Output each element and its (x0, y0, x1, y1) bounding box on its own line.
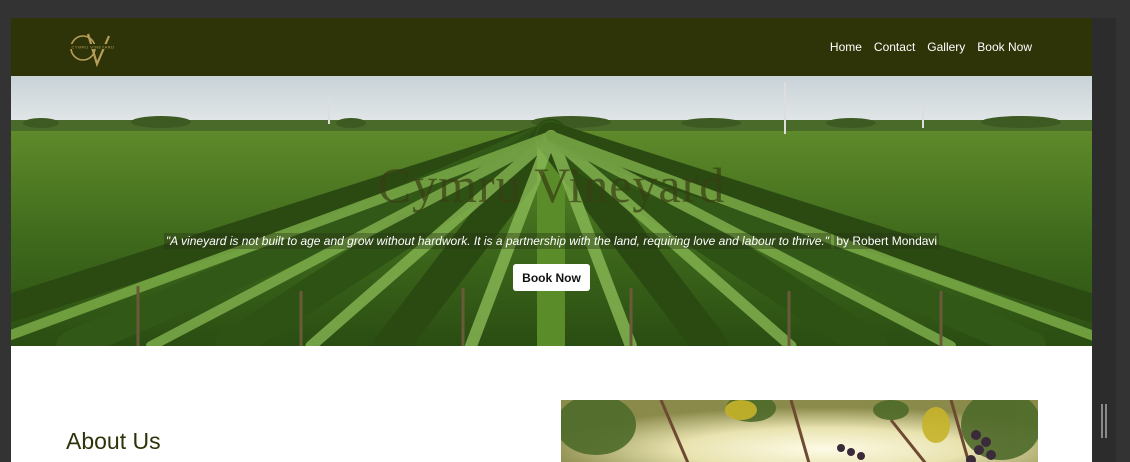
quote-attribution: by Robert Mondavi (834, 233, 940, 249)
nav-home-link[interactable]: Home (830, 40, 862, 54)
website-page: CYMRU VINEYARD Home Contact Gallery Book… (11, 18, 1092, 462)
hero-book-now-button[interactable]: Book Now (513, 264, 590, 291)
scrollbar-handle[interactable] (1101, 404, 1107, 438)
cymru-vineyard-logo[interactable]: CYMRU VINEYARD (66, 28, 121, 68)
hero-banner: Cymru Vineyard "A vineyard is not built … (11, 76, 1092, 346)
quote-text: "A vineyard is not built to age and grow… (163, 233, 832, 249)
navbar: CYMRU VINEYARD Home Contact Gallery Book… (11, 18, 1092, 76)
hero-title: Cymru Vineyard (377, 157, 726, 213)
svg-text:CYMRU VINEYARD: CYMRU VINEYARD (72, 45, 115, 50)
scrollbar-track[interactable] (1092, 18, 1116, 462)
hero-quote: "A vineyard is not built to age and grow… (11, 233, 1092, 249)
nav-contact-link[interactable]: Contact (874, 40, 915, 54)
main-nav: Home Contact Gallery Book Now (830, 40, 1032, 54)
grapevine-image (561, 400, 1038, 462)
about-us-heading: About Us (66, 428, 161, 454)
nav-book-now-link[interactable]: Book Now (977, 40, 1032, 54)
nav-gallery-link[interactable]: Gallery (927, 40, 965, 54)
grapevine-photo (561, 400, 1038, 462)
logo-monogram-icon: CYMRU VINEYARD (68, 33, 118, 68)
